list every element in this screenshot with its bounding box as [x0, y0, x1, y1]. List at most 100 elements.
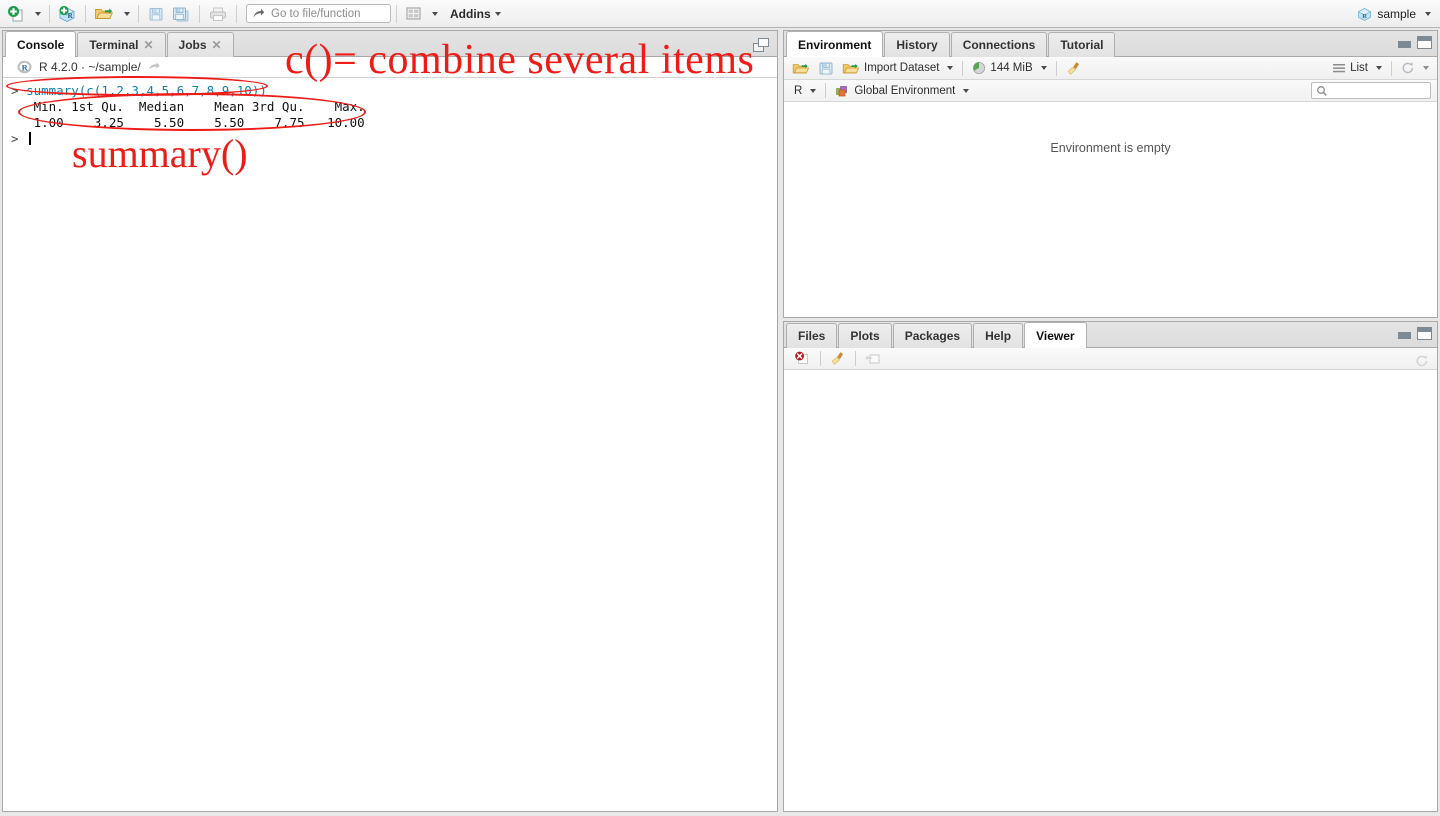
- global-environment-label: Global Environment: [854, 84, 956, 97]
- pane-layout-dropdown[interactable]: [425, 3, 441, 25]
- tab-plots-label: Plots: [850, 329, 880, 343]
- console-line-input: > summary(c(1,2,3,4,5,6,7,8,9,10)): [11, 83, 777, 99]
- toolbar-divider-3: [138, 4, 139, 23]
- refresh-viewer-button[interactable]: [1411, 351, 1433, 371]
- environment-toolbar: Import Dataset 144 MiB List: [784, 57, 1437, 80]
- save-icon: [149, 7, 163, 20]
- console-header: R R 4.2.0 · ~/sample/: [3, 57, 777, 78]
- save-workspace-button[interactable]: [814, 58, 838, 78]
- tab-jobs-label: Jobs: [178, 38, 207, 52]
- tab-terminal[interactable]: Terminal ✕: [77, 32, 166, 57]
- addins-button[interactable]: Addins: [441, 3, 504, 25]
- search-icon: [1317, 85, 1327, 96]
- addins-caret-icon: [494, 11, 501, 16]
- memory-usage-label: 144 MiB: [990, 62, 1033, 74]
- r-version-path: R 4.2.0 · ~/sample/: [39, 60, 141, 74]
- minimize-icon[interactable]: [1398, 37, 1411, 48]
- save-all-button[interactable]: [168, 3, 194, 25]
- tab-jobs-close-icon[interactable]: ✕: [212, 39, 222, 51]
- tab-console[interactable]: Console: [5, 31, 77, 57]
- toolbar-divider-6: [396, 4, 397, 23]
- tab-plots[interactable]: Plots: [838, 323, 892, 348]
- viewer-toolbar-divider-2: [855, 351, 856, 366]
- global-environment-selector[interactable]: Global Environment: [831, 81, 973, 101]
- main-toolbar: R Go to file/function Addins R sample: [0, 0, 1440, 28]
- tab-packages-label: Packages: [904, 329, 961, 343]
- popout-console-icon[interactable]: [753, 38, 769, 52]
- environment-search-input[interactable]: [1311, 82, 1431, 99]
- tab-tutorial[interactable]: Tutorial: [1048, 32, 1116, 57]
- project-name-label: sample: [1377, 7, 1416, 21]
- tab-history-label: History: [896, 38, 938, 52]
- tab-console-label: Console: [17, 37, 65, 52]
- tab-terminal-close-icon[interactable]: ✕: [143, 39, 153, 51]
- print-button[interactable]: [205, 3, 231, 25]
- console-prompt-1: >: [11, 83, 27, 98]
- project-selector[interactable]: R sample: [1352, 3, 1436, 25]
- environment-toolbar-divider-2: [1055, 60, 1057, 76]
- tab-help[interactable]: Help: [973, 323, 1024, 348]
- tab-viewer[interactable]: Viewer: [1024, 322, 1087, 348]
- scope-bar-divider: [825, 83, 827, 98]
- go-to-directory-icon[interactable]: [148, 61, 161, 73]
- clear-workspace-button[interactable]: [1062, 58, 1086, 78]
- tab-environment[interactable]: Environment: [786, 31, 884, 57]
- stop-viewer-button[interactable]: [790, 349, 815, 369]
- rstudio-window: R Go to file/function Addins R sample Co…: [0, 0, 1440, 816]
- import-dataset-label: Import Dataset: [864, 62, 940, 74]
- show-in-new-window-button[interactable]: [861, 349, 886, 369]
- environment-toolbar-divider-3: [1391, 60, 1392, 76]
- addins-label: Addins: [450, 6, 491, 21]
- maximize-icon[interactable]: [1417, 36, 1432, 49]
- maximize-icon[interactable]: [1417, 327, 1432, 340]
- console-command-text: summary(c(1,2,3,4,5,6,7,8,9,10)): [26, 83, 267, 98]
- viewer-pane: Files Plots Packages Help Viewer: [783, 321, 1438, 812]
- globalenv-icon: [836, 85, 848, 96]
- tab-jobs[interactable]: Jobs ✕: [166, 32, 234, 57]
- tab-connections-label: Connections: [962, 38, 1036, 52]
- language-selector[interactable]: R: [790, 81, 820, 101]
- console-output-area[interactable]: > summary(c(1,2,3,4,5,6,7,8,9,10)) Min. …: [3, 79, 777, 811]
- open-file-dropdown[interactable]: [117, 3, 133, 25]
- language-label: R: [794, 84, 803, 97]
- new-file-button[interactable]: [4, 3, 28, 25]
- open-file-button[interactable]: [91, 3, 117, 25]
- view-mode-button[interactable]: List: [1328, 58, 1386, 78]
- tab-packages[interactable]: Packages: [892, 323, 973, 348]
- goto-arrow-icon: [253, 8, 265, 17]
- console-prompt-2: >: [11, 131, 27, 146]
- clear-workspace-icon: [1067, 61, 1079, 75]
- viewer-content-area[interactable]: [784, 370, 1437, 811]
- save-workspace-icon: [819, 62, 833, 74]
- panes-layout-icon: [406, 7, 421, 20]
- console-text-cursor: [29, 132, 31, 145]
- memory-usage-button[interactable]: 144 MiB: [968, 58, 1050, 78]
- minimize-icon[interactable]: [1398, 328, 1411, 339]
- tab-connections[interactable]: Connections: [950, 32, 1048, 57]
- pane-layout-button[interactable]: [402, 3, 425, 25]
- tab-viewer-label: Viewer: [1036, 328, 1075, 343]
- save-button[interactable]: [144, 3, 168, 25]
- tab-history[interactable]: History: [884, 32, 950, 57]
- tab-files[interactable]: Files: [786, 323, 838, 348]
- new-file-dropdown[interactable]: [28, 3, 44, 25]
- console-line-prompt: >: [11, 131, 777, 147]
- memory-pie-icon: [973, 62, 986, 74]
- goto-file-function-input[interactable]: Go to file/function: [246, 4, 391, 23]
- refresh-environment-button[interactable]: [1397, 58, 1433, 78]
- save-all-icon: [173, 7, 189, 21]
- list-view-icon: [1333, 64, 1346, 73]
- viewer-tabstrip: Files Plots Packages Help Viewer: [784, 322, 1437, 348]
- show-in-new-window-icon: [865, 354, 880, 364]
- view-mode-label: List: [1350, 62, 1368, 74]
- viewer-window-controls: [1398, 327, 1432, 340]
- load-workspace-button[interactable]: [788, 58, 814, 78]
- tab-tutorial-label: Tutorial: [1060, 38, 1104, 52]
- toolbar-divider-2: [85, 4, 86, 23]
- import-dataset-button[interactable]: Import Dataset: [838, 58, 957, 78]
- console-tabstrip: Console Terminal ✕ Jobs ✕: [3, 31, 777, 57]
- tab-terminal-label: Terminal: [89, 38, 139, 52]
- language-caret-icon: [810, 88, 817, 93]
- new-project-button[interactable]: R: [55, 3, 80, 25]
- clear-viewer-button[interactable]: [826, 349, 850, 369]
